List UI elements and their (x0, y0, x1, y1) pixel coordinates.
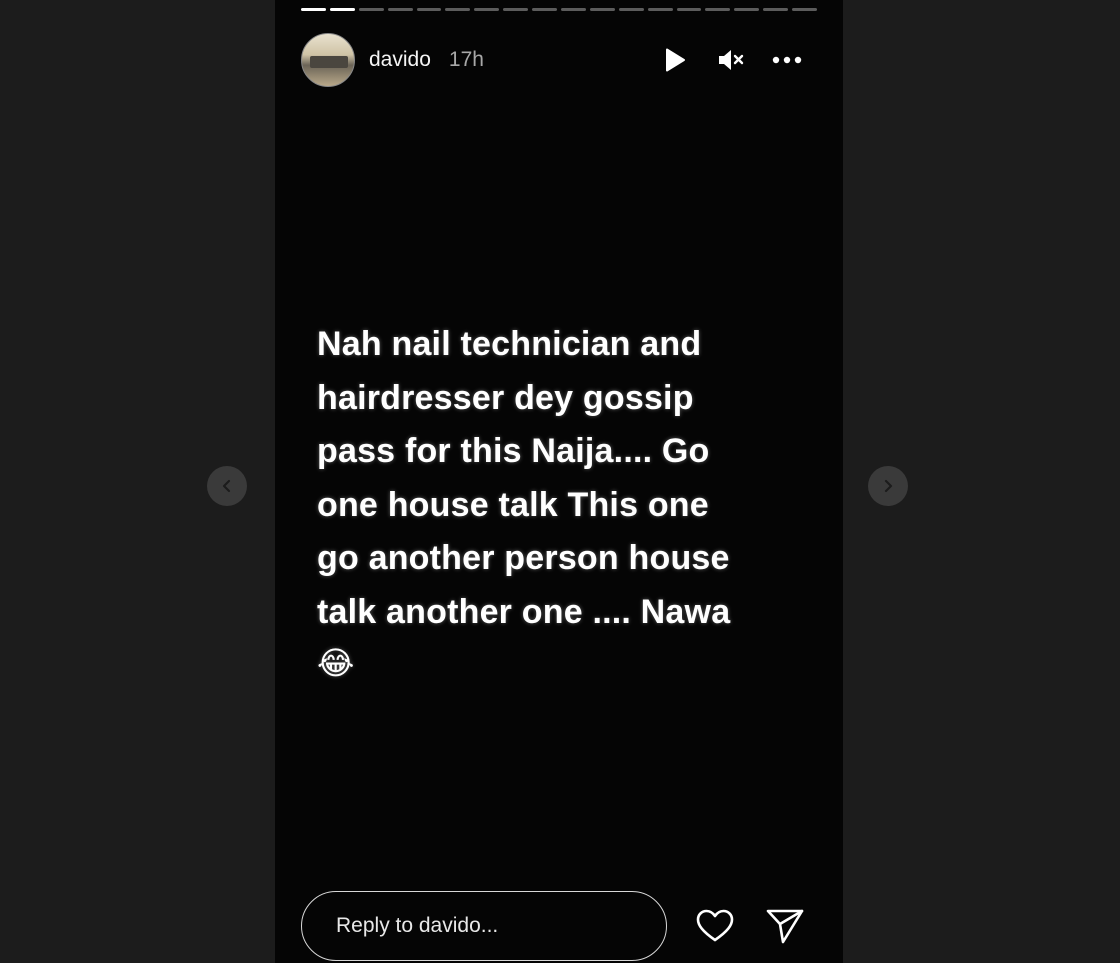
progress-segment (589, 8, 615, 11)
progress-segment (387, 8, 413, 11)
chevron-right-icon (884, 479, 893, 493)
story-text-line: go another person house (317, 539, 730, 577)
reply-bar (301, 889, 817, 963)
progress-segment (416, 8, 442, 11)
story-header: davido 17h (301, 33, 817, 87)
progress-segment (734, 8, 760, 11)
story-text-line: one house talk This one (317, 485, 709, 524)
play-icon (666, 48, 685, 72)
muted-speaker-icon (719, 50, 744, 70)
story-text: Nah nail technician and hairdresser dey … (317, 318, 817, 687)
avatar[interactable] (301, 33, 355, 87)
reply-input[interactable] (301, 891, 667, 961)
send-icon (766, 909, 804, 944)
progress-segment (618, 8, 644, 11)
progress-segment (647, 8, 673, 11)
progress-segment (532, 8, 558, 11)
progress-segment (792, 8, 818, 11)
progress-segment (329, 8, 355, 11)
progress-segment (358, 8, 384, 11)
story-controls (659, 44, 803, 76)
progress-segment (474, 8, 500, 11)
story-viewer: davido 17h Nah nail technician and haird… (0, 0, 1120, 963)
play-button[interactable] (659, 44, 691, 76)
more-options-button[interactable] (771, 44, 803, 76)
mute-button[interactable] (715, 44, 747, 76)
story-text-line: hairdresser dey gossip (317, 378, 694, 417)
reply-actions (695, 906, 805, 946)
story-text-line: pass for this Naija.... Go (317, 432, 710, 470)
like-button[interactable] (695, 906, 735, 946)
laughing-emoji: 😂 (317, 645, 355, 681)
progress-segment (763, 8, 789, 11)
progress-segment (301, 8, 326, 11)
progress-segment (445, 8, 471, 11)
progress-segment (676, 8, 702, 11)
progress-segment (561, 8, 586, 11)
share-button[interactable] (765, 906, 805, 946)
heart-icon (696, 909, 734, 942)
story-frame[interactable]: davido 17h Nah nail technician and haird… (275, 0, 843, 963)
chevron-left-icon (222, 479, 231, 493)
post-time: 17h (448, 48, 484, 71)
next-story-button[interactable] (868, 466, 908, 506)
more-options-icon (772, 56, 802, 64)
previous-story-button[interactable] (207, 466, 247, 506)
username[interactable]: davido (369, 48, 431, 72)
story-text-line: talk another one .... Nawa (317, 592, 731, 631)
story-progress-bar (301, 8, 818, 11)
story-text-line: Nah nail technician and (317, 325, 702, 363)
progress-segment (503, 8, 529, 11)
progress-segment (705, 8, 731, 11)
